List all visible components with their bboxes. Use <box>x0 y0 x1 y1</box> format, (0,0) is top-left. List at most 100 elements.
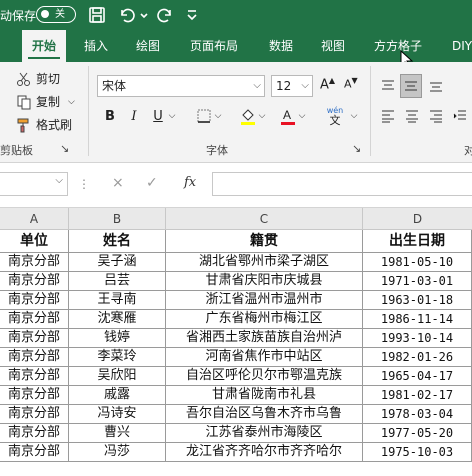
undo-icon[interactable] <box>118 0 136 30</box>
align-left-button[interactable] <box>378 106 398 126</box>
tab-home[interactable]: 开始 <box>22 30 66 62</box>
fill-color-dropdown-icon[interactable]: ⌵ <box>256 106 268 126</box>
cut-button[interactable]: 剪切 <box>16 70 60 87</box>
bold-button[interactable]: B <box>100 106 120 126</box>
birthdate-cell[interactable]: 1993-10-14 <box>363 329 472 348</box>
column-header-c[interactable]: C <box>166 208 363 230</box>
unit-cell[interactable]: 南京分部 <box>0 329 69 348</box>
name-cell[interactable]: 沈寒雁 <box>69 310 166 329</box>
hometown-cell[interactable]: 河南省焦作市中站区 <box>166 348 363 367</box>
customize-qat-icon[interactable] <box>186 0 198 30</box>
italic-button[interactable]: I <box>124 106 144 126</box>
column-header-d[interactable]: D <box>363 208 472 230</box>
tab-data[interactable]: 数据 <box>269 30 293 62</box>
increase-font-button[interactable]: A▲ <box>320 76 335 92</box>
font-name-combo[interactable]: 宋体 ⌵ <box>97 75 265 97</box>
unit-cell[interactable]: 南京分部 <box>0 367 69 386</box>
tab-page-layout[interactable]: 页面布局 <box>190 30 238 62</box>
tab-diy[interactable]: DIY <box>452 30 472 62</box>
font-size-dropdown-icon[interactable]: ⌵ <box>301 76 309 96</box>
name-cell[interactable]: 戚露 <box>69 386 166 405</box>
hometown-cell[interactable]: 甘肃省庆阳市庆城县 <box>166 272 363 291</box>
font-color-dropdown-icon[interactable]: ⌵ <box>296 106 308 126</box>
name-cell[interactable]: 吴子涵 <box>69 253 166 272</box>
header-cell[interactable]: 籍贯 <box>166 230 363 253</box>
name-cell[interactable]: 吕芸 <box>69 272 166 291</box>
indent-button[interactable] <box>450 106 470 126</box>
header-cell[interactable]: 出生日期 <box>363 230 472 253</box>
font-launcher-icon[interactable]: ↘ <box>352 142 361 155</box>
name-cell[interactable]: 冯莎 <box>69 443 166 462</box>
header-cell[interactable]: 单位 <box>0 230 69 253</box>
tab-view[interactable]: 视图 <box>321 30 345 62</box>
unit-cell[interactable]: 南京分部 <box>0 310 69 329</box>
hometown-cell[interactable]: 浙江省温州市温州市 <box>166 291 363 310</box>
redo-icon[interactable] <box>156 0 174 30</box>
unit-cell[interactable]: 南京分部 <box>0 386 69 405</box>
cancel-icon[interactable]: × <box>112 175 124 191</box>
header-cell[interactable]: 姓名 <box>69 230 166 253</box>
hometown-cell[interactable]: 湖北省鄂州市梁子湖区 <box>166 253 363 272</box>
name-cell[interactable]: 钱婷 <box>69 329 166 348</box>
hometown-cell[interactable]: 自治区呼伦贝尔市鄂温克族 <box>166 367 363 386</box>
hometown-cell[interactable]: 甘肃省陇南市礼县 <box>166 386 363 405</box>
underline-button[interactable]: U <box>148 106 168 126</box>
align-bottom-button[interactable] <box>426 76 446 96</box>
birthdate-cell[interactable]: 1977-05-20 <box>363 424 472 443</box>
tab-draw[interactable]: 绘图 <box>136 30 160 62</box>
name-box-dropdown-icon[interactable]: ⌵ <box>55 175 63 186</box>
align-middle-button[interactable] <box>400 74 422 98</box>
font-color-button[interactable]: A <box>278 106 298 126</box>
font-size-combo[interactable]: 12 ⌵ <box>271 75 313 97</box>
hometown-cell[interactable]: 龙江省齐齐哈尔市齐齐哈尔 <box>166 443 363 462</box>
worksheet-grid[interactable]: A B C D 单位 姓名 籍贯 出生日期 南京分部 吴子涵 湖北省鄂州市梁子湖区 1981-… <box>0 208 472 476</box>
birthdate-cell[interactable]: 1965-04-17 <box>363 367 472 386</box>
borders-button[interactable] <box>194 106 214 126</box>
phonetic-dropdown-icon[interactable]: ⌵ <box>348 106 360 126</box>
birthdate-cell[interactable]: 1971-03-01 <box>363 272 472 291</box>
align-center-button[interactable] <box>402 106 422 126</box>
save-icon[interactable] <box>88 0 106 30</box>
name-box[interactable]: ⌵ <box>0 172 68 196</box>
unit-cell[interactable]: 南京分部 <box>0 348 69 367</box>
unit-cell[interactable]: 南京分部 <box>0 443 69 462</box>
copy-button[interactable]: 复制 ⌵ <box>16 93 75 110</box>
align-top-button[interactable] <box>378 76 398 96</box>
confirm-icon[interactable]: ✓ <box>146 175 158 191</box>
hometown-cell[interactable]: 吾尔自治区乌鲁木齐市乌鲁 <box>166 405 363 424</box>
column-header-b[interactable]: B <box>69 208 166 230</box>
name-cell[interactable]: 王寻南 <box>69 291 166 310</box>
font-name-dropdown-icon[interactable]: ⌵ <box>253 76 261 96</box>
copy-dropdown-icon[interactable]: ⌵ <box>68 97 75 107</box>
phonetic-guide-button[interactable]: wén 文 <box>322 102 348 130</box>
autosave-toggle[interactable]: 关 <box>36 6 76 23</box>
name-cell[interactable]: 李菜玲 <box>69 348 166 367</box>
formula-input[interactable] <box>212 172 472 196</box>
name-cell[interactable]: 吴欣阳 <box>69 367 166 386</box>
unit-cell[interactable]: 南京分部 <box>0 424 69 443</box>
borders-dropdown-icon[interactable]: ⌵ <box>212 106 224 126</box>
align-right-button[interactable] <box>426 106 446 126</box>
tab-fangfange[interactable]: 方方格子 <box>374 30 422 62</box>
decrease-font-button[interactable]: A▼ <box>344 76 358 91</box>
unit-cell[interactable]: 南京分部 <box>0 405 69 424</box>
clipboard-launcher-icon[interactable]: ↘ <box>60 142 69 155</box>
unit-cell[interactable]: 南京分部 <box>0 272 69 291</box>
fill-color-button[interactable] <box>238 106 258 126</box>
undo-dropdown-icon[interactable] <box>140 0 148 30</box>
birthdate-cell[interactable]: 1978-03-04 <box>363 405 472 424</box>
birthdate-cell[interactable]: 1975-10-03 <box>363 443 472 462</box>
hometown-cell[interactable]: 省湘西土家族苗族自治州泸 <box>166 329 363 348</box>
tab-insert[interactable]: 插入 <box>84 30 108 62</box>
birthdate-cell[interactable]: 1986-11-14 <box>363 310 472 329</box>
birthdate-cell[interactable]: 1981-05-10 <box>363 253 472 272</box>
underline-dropdown-icon[interactable]: ⌵ <box>166 106 178 126</box>
hometown-cell[interactable]: 江苏省泰州市海陵区 <box>166 424 363 443</box>
unit-cell[interactable]: 南京分部 <box>0 291 69 310</box>
birthdate-cell[interactable]: 1981-02-17 <box>363 386 472 405</box>
column-header-a[interactable]: A <box>0 208 69 230</box>
format-painter-button[interactable]: 格式刷 <box>16 116 72 133</box>
hometown-cell[interactable]: 广东省梅州市梅江区 <box>166 310 363 329</box>
name-cell[interactable]: 冯诗安 <box>69 405 166 424</box>
birthdate-cell[interactable]: 1963-01-18 <box>363 291 472 310</box>
